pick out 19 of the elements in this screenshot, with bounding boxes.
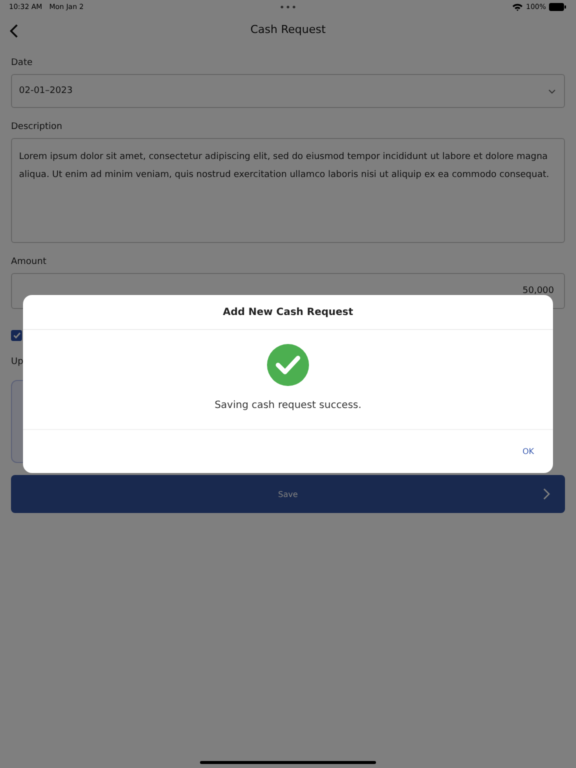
dialog-message: Saving cash request success.	[214, 400, 362, 411]
field-label: Description	[11, 122, 64, 132]
chevron-down-icon	[548, 88, 556, 94]
battery-icon	[549, 3, 567, 11]
wifi-icon	[512, 3, 523, 11]
date-field[interactable]: 02-01–2023	[11, 74, 565, 108]
chevron-right-icon	[543, 488, 550, 500]
checkbox[interactable]	[11, 330, 22, 341]
back-button[interactable]	[8, 22, 20, 40]
page-title: Cash Request	[250, 22, 326, 36]
more-dots-icon	[280, 5, 296, 9]
save-button[interactable]: Save	[11, 475, 565, 513]
ok-button[interactable]: OK	[520, 445, 536, 458]
field-label: Date	[11, 58, 34, 68]
field-label: Amount	[11, 257, 48, 267]
description-field[interactable]: Lorem ipsum dolor sit amet, consectetur adipiscing elit, sed do eiusmod tempor incididunt ut labore et dolore magna aliqua. Ut enim ad minim veniam, quis nostrud exercitation ullamco laboris nisi ut aliquip ex ea commodo consequat.	[11, 138, 565, 243]
success-check-icon	[266, 343, 310, 387]
dialog-title: Add New Cash Request	[23, 295, 553, 330]
field-label: Up	[11, 357, 24, 367]
